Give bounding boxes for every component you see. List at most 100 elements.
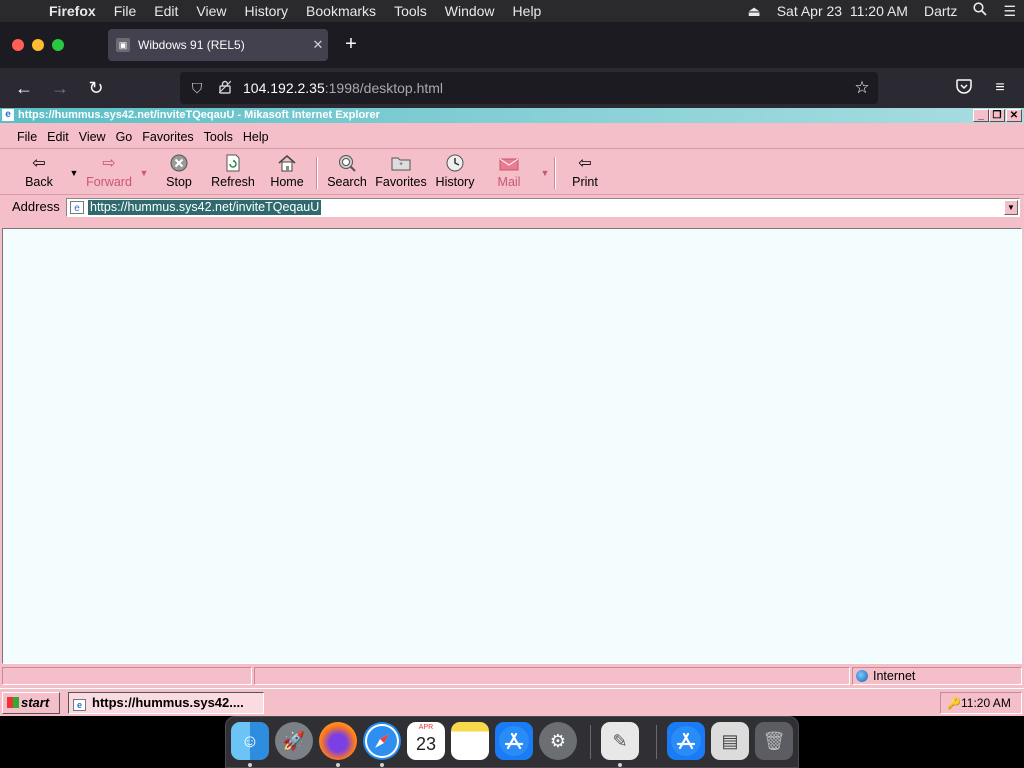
address-input[interactable]: e https://hummus.sys42.net/inviteTQeqauU… bbox=[66, 198, 1020, 217]
system-tray: 🔑11:20 AM bbox=[940, 692, 1022, 714]
status-pane-zone: Internet bbox=[852, 667, 1022, 685]
safari-icon[interactable] bbox=[363, 722, 401, 760]
ie-mail-button[interactable]: Mail bbox=[490, 154, 528, 194]
mail-icon bbox=[490, 154, 528, 174]
ie-refresh-label: Refresh bbox=[211, 175, 255, 189]
back-history-dropdown[interactable]: ▼ bbox=[69, 168, 79, 178]
eject-icon[interactable]: ⏏ bbox=[739, 0, 768, 22]
textedit-icon[interactable]: ✎ bbox=[601, 722, 639, 760]
firefox-tab-active[interactable]: ▣ Wibdows 91 (REL5) ✕ bbox=[108, 29, 328, 61]
finder-icon[interactable]: ☺ bbox=[231, 722, 269, 760]
trash-icon[interactable]: 🗑 bbox=[755, 722, 793, 760]
ie-restore-button[interactable]: ❐ bbox=[989, 109, 1005, 122]
firefox-icon[interactable] bbox=[319, 722, 357, 760]
ie-menu-tools[interactable]: Tools bbox=[199, 130, 238, 144]
ie-menu-file[interactable]: File bbox=[12, 130, 42, 144]
address-dropdown-button[interactable]: ▼ bbox=[1004, 200, 1018, 215]
running-indicator bbox=[380, 763, 384, 767]
screen: Firefox File Edit View History Bookmarks… bbox=[0, 0, 1024, 768]
home-icon bbox=[266, 154, 308, 174]
menu-window[interactable]: Window bbox=[436, 0, 504, 22]
ie-close-button[interactable]: ✕ bbox=[1006, 109, 1022, 122]
ie-search-button[interactable]: Search bbox=[324, 154, 370, 194]
ie-print-button[interactable]: ⇦ Print bbox=[566, 154, 604, 194]
start-button[interactable]: start bbox=[2, 692, 60, 714]
start-logo-icon bbox=[7, 697, 19, 708]
app-store-icon[interactable] bbox=[495, 722, 533, 760]
taskbar-item-ie[interactable]: e https://hummus.sys42.... bbox=[68, 692, 264, 714]
back-arrow-icon[interactable]: ← bbox=[11, 75, 37, 101]
bookmark-star-icon[interactable]: ☆ bbox=[852, 72, 872, 104]
ie-status-bar: Internet bbox=[0, 666, 1024, 686]
window-minimize-button[interactable] bbox=[32, 39, 44, 51]
ie-home-button[interactable]: Home bbox=[266, 154, 308, 194]
ie-refresh-button[interactable]: Refresh bbox=[208, 154, 258, 194]
firefox-nav-bar: ← → ↻ ⛉ 104.192.2.35:1998/desktop.html ☆… bbox=[0, 68, 1024, 108]
window-zoom-button[interactable] bbox=[52, 39, 64, 51]
control-center-icon[interactable]: ☰ bbox=[995, 0, 1024, 22]
notes-icon[interactable] bbox=[451, 722, 489, 760]
window-close-button[interactable] bbox=[12, 39, 24, 51]
forward-history-dropdown[interactable]: ▼ bbox=[139, 168, 149, 178]
menu-help[interactable]: Help bbox=[504, 0, 551, 22]
ie-title-bar[interactable]: e https://hummus.sys42.net/inviteTQeqauU… bbox=[0, 108, 1024, 123]
ie-history-button[interactable]: History bbox=[432, 154, 478, 194]
new-tab-button[interactable]: + bbox=[340, 32, 362, 58]
ie-forward-button[interactable]: ⇨ Forward bbox=[82, 154, 136, 194]
menu-file[interactable]: File bbox=[105, 0, 146, 22]
history-clock-icon bbox=[432, 154, 478, 174]
url-text: 104.192.2.35:1998/desktop.html bbox=[243, 72, 443, 104]
calendar-month: APR bbox=[418, 724, 434, 731]
ie-menu-view[interactable]: View bbox=[74, 130, 111, 144]
tray-clock[interactable]: 11:20 AM bbox=[961, 696, 1011, 710]
ie-minimize-button[interactable]: _ bbox=[973, 109, 989, 122]
connection-lock-icon[interactable] bbox=[216, 72, 234, 104]
menu-view[interactable]: View bbox=[187, 0, 235, 22]
ie-menu-help[interactable]: Help bbox=[238, 130, 274, 144]
forward-arrow-icon[interactable]: → bbox=[47, 75, 73, 101]
ie-forward-label: Forward bbox=[86, 175, 132, 189]
menu-app-firefox[interactable]: Firefox bbox=[40, 0, 105, 22]
app-store-downloads-icon[interactable] bbox=[667, 722, 705, 760]
toolbar-separator bbox=[554, 157, 556, 189]
app-menu-icon[interactable]: ≡ bbox=[988, 75, 1012, 101]
pocket-icon[interactable] bbox=[952, 75, 976, 101]
mail-dropdown[interactable]: ▼ bbox=[540, 168, 550, 178]
documents-stack-icon[interactable]: ▤ bbox=[711, 722, 749, 760]
ie-stop-button[interactable]: Stop bbox=[160, 154, 198, 194]
reload-icon[interactable]: ↻ bbox=[83, 75, 109, 101]
running-indicator bbox=[618, 763, 622, 767]
tracking-shield-icon[interactable]: ⛉ bbox=[188, 72, 206, 104]
firefox-url-bar[interactable]: ⛉ 104.192.2.35:1998/desktop.html ☆ bbox=[180, 72, 878, 104]
menu-bar-user[interactable]: Dartz bbox=[916, 0, 965, 22]
ie-search-label: Search bbox=[327, 175, 367, 189]
ie-address-bar: Address e https://hummus.sys42.net/invit… bbox=[0, 196, 1024, 220]
ie-page-content[interactable] bbox=[2, 228, 1022, 664]
spotlight-search-icon[interactable] bbox=[965, 0, 995, 22]
menu-edit[interactable]: Edit bbox=[145, 0, 187, 22]
ie-menu-favorites[interactable]: Favorites bbox=[137, 130, 198, 144]
ie-back-button[interactable]: ⇦ Back bbox=[18, 154, 60, 194]
internet-globe-icon bbox=[856, 670, 868, 682]
tray-key-icon[interactable]: 🔑 bbox=[947, 694, 961, 714]
system-preferences-icon[interactable]: ⚙ bbox=[539, 722, 577, 760]
address-input-value[interactable]: https://hummus.sys42.net/inviteTQeqauU bbox=[88, 200, 322, 215]
launchpad-icon[interactable]: 🚀 bbox=[275, 722, 313, 760]
menu-history[interactable]: History bbox=[235, 0, 297, 22]
macos-dock: ☺ 🚀 APR 23 ⚙ ✎ ▤ 🗑 bbox=[225, 716, 799, 768]
menu-bar-status-area: ⏏ Sat Apr 23 11:20 AM Dartz ☰ bbox=[739, 0, 1024, 22]
menu-bar-clock[interactable]: Sat Apr 23 11:20 AM bbox=[769, 0, 916, 22]
ie-window: e https://hummus.sys42.net/inviteTQeqauU… bbox=[0, 108, 1024, 716]
menu-tools[interactable]: Tools bbox=[385, 0, 436, 22]
menu-bookmarks[interactable]: Bookmarks bbox=[297, 0, 385, 22]
status-pane-progress bbox=[254, 667, 850, 685]
tab-favicon-icon: ▣ bbox=[116, 38, 130, 52]
calendar-icon[interactable]: APR 23 bbox=[407, 722, 445, 760]
tab-close-icon[interactable]: ✕ bbox=[308, 37, 328, 53]
ie-toolbar: ⇦ Back ▼ ⇨ Forward ▼ Stop Refresh Home S… bbox=[0, 151, 1024, 195]
ie-window-icon[interactable]: e bbox=[2, 109, 14, 121]
ie-menu-edit[interactable]: Edit bbox=[42, 130, 74, 144]
status-pane-main bbox=[2, 667, 252, 685]
ie-favorites-button[interactable]: * Favorites bbox=[374, 154, 428, 194]
ie-menu-go[interactable]: Go bbox=[111, 130, 138, 144]
